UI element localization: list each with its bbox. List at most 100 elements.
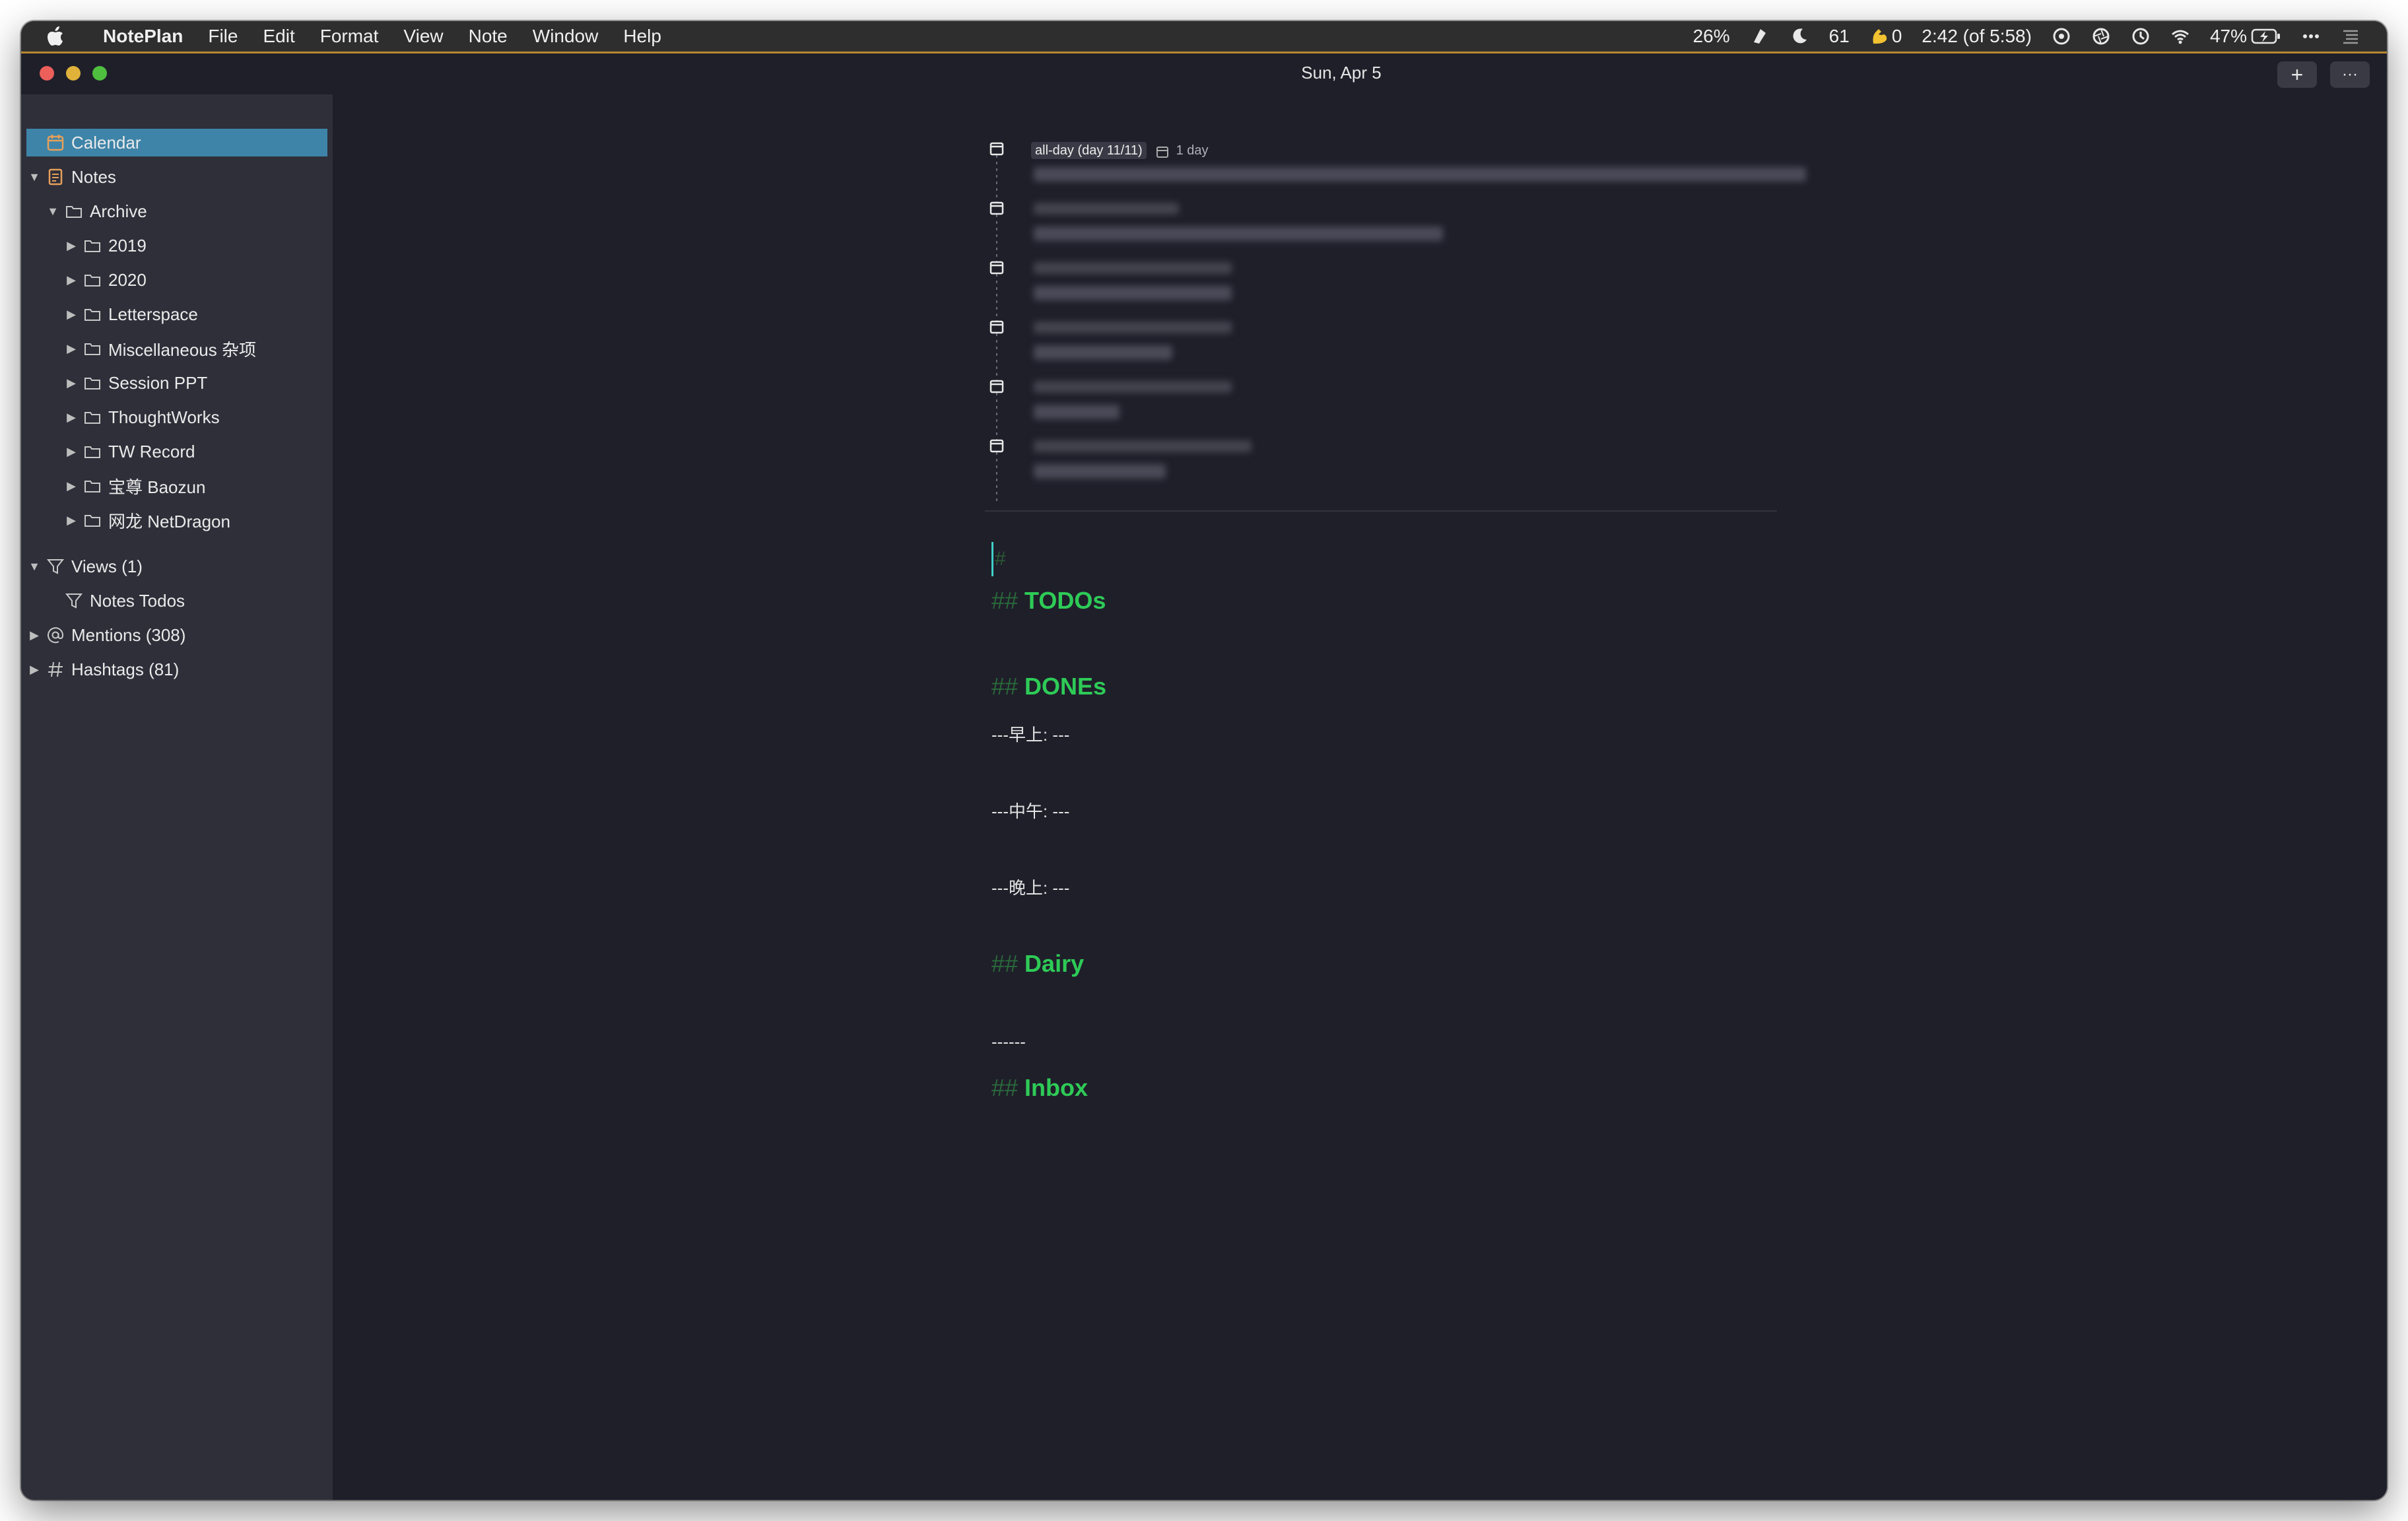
event-title-blurred[interactable]	[1034, 345, 1172, 360]
filter-icon	[46, 559, 65, 574]
sidebar-folder-letterspace[interactable]: ▶ Letterspace	[63, 300, 198, 328]
sidebar-item-label: Notes Todos	[90, 590, 185, 611]
event-title-blurred[interactable]	[1034, 464, 1166, 479]
heading-text: Dairy	[1024, 950, 1085, 977]
heading-marker: ##	[991, 673, 1019, 700]
menu-note[interactable]: Note	[469, 26, 508, 47]
heading-dairy[interactable]: ## Dairy	[991, 950, 1084, 978]
sidebar-item-notes[interactable]: ▼ Notes	[26, 163, 116, 191]
battery-percent[interactable]: 47%	[2210, 26, 2247, 47]
focus-icon[interactable]	[2052, 26, 2071, 46]
calendar-event-icon	[989, 439, 1004, 453]
more-dots-icon[interactable]	[2301, 26, 2321, 46]
heading-dones[interactable]: ## DONEs	[991, 673, 1106, 700]
event-meta: all-day (day 11/11) 1 day	[1031, 142, 1209, 159]
sidebar-item-calendar[interactable]: Calendar	[26, 129, 327, 156]
event-time-blurred	[1034, 262, 1232, 274]
sidebar-item-archive[interactable]: ▼ Archive	[45, 197, 147, 225]
section-evening[interactable]: ---晚上: ---	[991, 875, 1069, 899]
sidebar-item-views[interactable]: ▼ Views (1)	[26, 553, 143, 580]
heading-marker: ##	[991, 587, 1019, 614]
editor-pane[interactable]: all-day (day 11/11) 1 day # ## TODOs ## …	[333, 94, 2387, 1500]
event-title-blurred[interactable]	[1034, 405, 1120, 419]
chevron-down-icon[interactable]: ▼	[26, 560, 42, 574]
section-noon[interactable]: ---中午: ---	[991, 798, 1069, 823]
chevron-right-icon[interactable]: ▶	[63, 308, 79, 321]
sidebar-item-label: Miscellaneous 杂项	[108, 339, 256, 360]
cpu-usage[interactable]: 26%	[1693, 26, 1730, 47]
folder-icon	[84, 446, 100, 458]
aperture-icon[interactable]	[2091, 26, 2111, 46]
section-morning[interactable]: ---早上: ---	[991, 722, 1069, 746]
sidebar-item-hashtags[interactable]: ▶ Hashtags (81)	[26, 656, 179, 683]
zoom-window-button[interactable]	[92, 66, 107, 81]
chevron-right-icon[interactable]: ▶	[63, 411, 79, 424]
sidebar-item-mentions[interactable]: ▶ Mentions (308)	[26, 621, 185, 649]
stats-icon[interactable]	[1750, 26, 1770, 46]
app-window: NotePlan File Edit Format View Note Wind…	[21, 21, 2387, 1500]
menu-view[interactable]: View	[403, 26, 443, 47]
event-tag: all-day (day 11/11)	[1031, 142, 1147, 159]
calendar-event-icon	[989, 320, 1004, 334]
sidebar-item-notes-todos[interactable]: Notes Todos	[45, 587, 185, 615]
chevron-right-icon[interactable]: ▶	[26, 628, 42, 642]
add-note-button[interactable]: +	[2277, 61, 2317, 88]
moon-icon[interactable]	[1789, 26, 1809, 46]
heading-marker: #	[995, 548, 1006, 570]
folder-icon	[84, 343, 100, 355]
menu-window[interactable]: Window	[533, 26, 599, 47]
heading-inbox[interactable]: ## Inbox	[991, 1074, 1088, 1102]
minimize-window-button[interactable]	[66, 66, 81, 81]
wifi-icon[interactable]	[2170, 26, 2190, 46]
clock-icon[interactable]	[2131, 26, 2151, 46]
flexed-arm-icon[interactable]	[1869, 26, 1889, 46]
at-sign-icon	[48, 627, 64, 644]
chevron-right-icon[interactable]: ▶	[63, 239, 79, 253]
title-bar: Sun, Apr 5 + ···	[21, 53, 2387, 94]
list-icon[interactable]	[2341, 26, 2360, 46]
sidebar-folder-miscellaneous[interactable]: ▶ Miscellaneous 杂项	[63, 335, 256, 362]
heading-todos[interactable]: ## TODOs	[991, 587, 1106, 615]
sidebar-folder-thoughtworks[interactable]: ▶ ThoughtWorks	[63, 403, 220, 431]
arm-count[interactable]: 0	[1892, 26, 1902, 47]
text-cursor	[991, 542, 993, 576]
sidebar-folder-2019[interactable]: ▶ 2019	[63, 232, 147, 259]
chevron-right-icon[interactable]: ▶	[63, 342, 79, 356]
event-title-blurred[interactable]	[1034, 226, 1443, 241]
chevron-right-icon[interactable]: ▶	[63, 273, 79, 287]
folder-icon	[84, 378, 100, 389]
chevron-right-icon[interactable]: ▶	[63, 445, 79, 459]
sidebar-folder-session-ppt[interactable]: ▶ Session PPT	[63, 369, 207, 397]
chevron-down-icon[interactable]: ▼	[26, 170, 42, 184]
sidebar-folder-tw-record[interactable]: ▶ TW Record	[63, 438, 195, 465]
chevron-right-icon[interactable]: ▶	[63, 376, 79, 390]
close-window-button[interactable]	[40, 66, 54, 81]
app-menu[interactable]: NotePlan	[103, 26, 183, 47]
timer-readout[interactable]: 2:42 (of 5:58)	[1922, 26, 2032, 47]
horizontal-rule-text[interactable]: ------	[991, 1032, 1026, 1052]
menu-file[interactable]: File	[208, 26, 238, 47]
status-count[interactable]: 61	[1829, 26, 1850, 47]
chevron-right-icon[interactable]: ▶	[26, 663, 42, 677]
event-title-blurred[interactable]	[1034, 167, 1806, 182]
battery-charging-icon[interactable]	[2251, 28, 2281, 45]
more-options-button[interactable]: ···	[2330, 61, 2370, 88]
sidebar-folder-baozun[interactable]: ▶ 宝尊 Baozun	[63, 472, 205, 500]
calendar-event-icon	[989, 201, 1004, 215]
apple-icon[interactable]	[46, 25, 66, 48]
chevron-right-icon[interactable]: ▶	[63, 514, 79, 527]
window-title: Sun, Apr 5	[1301, 63, 1382, 83]
event-title-blurred[interactable]	[1034, 286, 1232, 300]
menu-format[interactable]: Format	[320, 26, 379, 47]
chevron-down-icon[interactable]: ▼	[45, 205, 61, 219]
sidebar-item-label: Letterspace	[108, 304, 198, 324]
chevron-right-icon[interactable]: ▶	[63, 479, 79, 493]
calendar-small-icon	[1156, 146, 1169, 158]
sidebar-folder-2020[interactable]: ▶ 2020	[63, 266, 147, 294]
sidebar-item-label: Archive	[90, 201, 147, 221]
sidebar-folder-netdragon[interactable]: ▶ 网龙 NetDragon	[63, 506, 230, 534]
menu-edit[interactable]: Edit	[263, 26, 294, 47]
menu-help[interactable]: Help	[623, 26, 661, 47]
sidebar-item-label: Mentions (308)	[71, 625, 186, 645]
cursor-line[interactable]: #	[991, 541, 1006, 578]
